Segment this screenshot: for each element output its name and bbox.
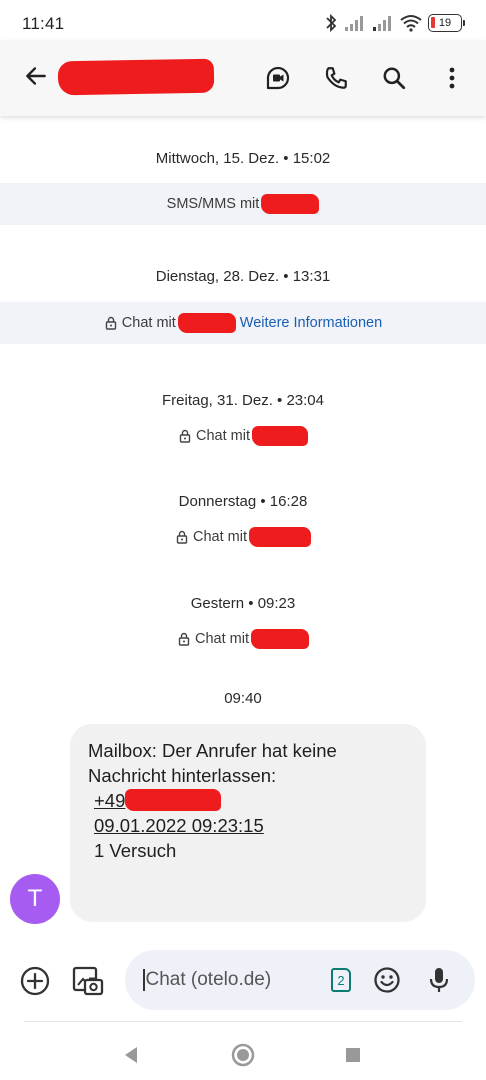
phone-number-link[interactable]: +49	[94, 788, 222, 813]
message-time: 09:40	[224, 690, 262, 707]
compose-bar: Chat (otelo.de) 2	[0, 950, 486, 1012]
nav-home-button[interactable]	[226, 1038, 260, 1072]
message-input-placeholder: Chat (otelo.de)	[145, 969, 272, 990]
bluetooth-icon	[326, 13, 337, 33]
lock-icon	[176, 530, 188, 544]
battery-icon: 19	[428, 14, 465, 32]
message-bubble[interactable]: Mailbox: Der Anrufer hat keine Nachricht…	[70, 724, 426, 922]
gallery-camera-icon	[72, 966, 104, 996]
datetime-link[interactable]: 09.01.2022 09:23:15	[94, 813, 264, 838]
more-info-link[interactable]: Weitere Informationen	[240, 315, 382, 331]
search-button[interactable]	[374, 58, 414, 98]
lock-icon	[105, 316, 116, 330]
video-call-icon	[266, 66, 290, 90]
wifi-icon	[400, 15, 422, 32]
info-text: Chat mit	[196, 428, 250, 444]
voice-input-button[interactable]	[419, 960, 459, 1000]
add-attachment-button[interactable]	[15, 961, 55, 1001]
nav-back-button[interactable]	[114, 1038, 148, 1072]
signal-icon-2	[373, 16, 391, 31]
conversation: Mittwoch, 15. Dez. • 15:02 SMS/MMS mit D…	[0, 116, 486, 946]
back-button[interactable]	[20, 60, 52, 92]
redacted-name	[251, 629, 309, 649]
message-line: Nachricht hinterlassen:	[88, 765, 277, 786]
redacted-name	[261, 194, 320, 214]
date-header: Dienstag, 28. Dez. • 13:31	[155, 268, 331, 285]
info-text: Chat mit	[195, 631, 249, 647]
status-icons: 19	[324, 13, 465, 33]
contact-name-redacted[interactable]	[57, 58, 215, 96]
divider	[24, 1021, 462, 1022]
nav-home-icon	[231, 1043, 255, 1067]
redacted-phone	[125, 789, 222, 811]
system-nav-bar	[0, 1030, 486, 1080]
phone-icon	[325, 67, 347, 89]
sim-selector[interactable]: 2	[331, 968, 351, 992]
search-icon	[383, 67, 406, 90]
info-line-chat: Chat mit	[0, 628, 486, 650]
date-header: Mittwoch, 15. Dez. • 15:02	[155, 150, 331, 167]
date-header: Gestern • 09:23	[190, 595, 296, 612]
emoji-icon	[374, 967, 400, 993]
info-line-chat: Chat mit	[0, 526, 486, 548]
status-time: 11:41	[22, 14, 65, 33]
video-call-button[interactable]	[258, 58, 298, 98]
mic-icon	[429, 968, 449, 992]
message-input[interactable]: Chat (otelo.de) 2	[125, 950, 475, 1010]
date-header: Donnerstag • 16:28	[178, 493, 308, 510]
more-options-button[interactable]	[432, 58, 472, 98]
avatar[interactable]: T	[10, 874, 60, 924]
gallery-button[interactable]	[68, 961, 108, 1001]
app-bar	[0, 40, 486, 116]
phone-prefix: +49	[94, 790, 126, 811]
nav-recents-button[interactable]	[336, 1038, 370, 1072]
info-text: SMS/MMS mit	[166, 196, 260, 212]
call-button[interactable]	[316, 58, 356, 98]
signal-icon	[345, 16, 363, 31]
lock-icon	[178, 632, 190, 646]
nav-recents-icon	[346, 1048, 360, 1062]
redacted-name	[177, 313, 236, 333]
info-text: Chat mit	[193, 529, 247, 545]
emoji-button[interactable]	[367, 960, 407, 1000]
message-datetime-line: 09.01.2022 09:23:15	[88, 813, 408, 838]
message-line: 1 Versuch	[94, 840, 177, 861]
redacted-name	[252, 426, 308, 446]
message-phone-line: +49	[88, 788, 408, 813]
add-circle-icon	[20, 966, 50, 996]
message-line: Mailbox: Der Anrufer hat keine	[88, 740, 337, 761]
more-vert-icon	[449, 67, 455, 89]
app-actions	[258, 58, 472, 98]
date-header: Freitag, 31. Dez. • 23:04	[161, 392, 324, 409]
info-strip-sms: SMS/MMS mit	[0, 183, 486, 225]
info-line-chat: Chat mit	[0, 425, 486, 447]
arrow-left-icon	[26, 67, 46, 85]
info-strip-chat: Chat mit Weitere Informationen	[0, 302, 486, 344]
redacted-name	[249, 527, 311, 547]
text-caret	[143, 969, 145, 991]
lock-icon	[179, 429, 191, 443]
info-text: Chat mit	[121, 315, 176, 331]
battery-level: 19	[438, 17, 452, 29]
nav-back-icon	[125, 1047, 137, 1063]
